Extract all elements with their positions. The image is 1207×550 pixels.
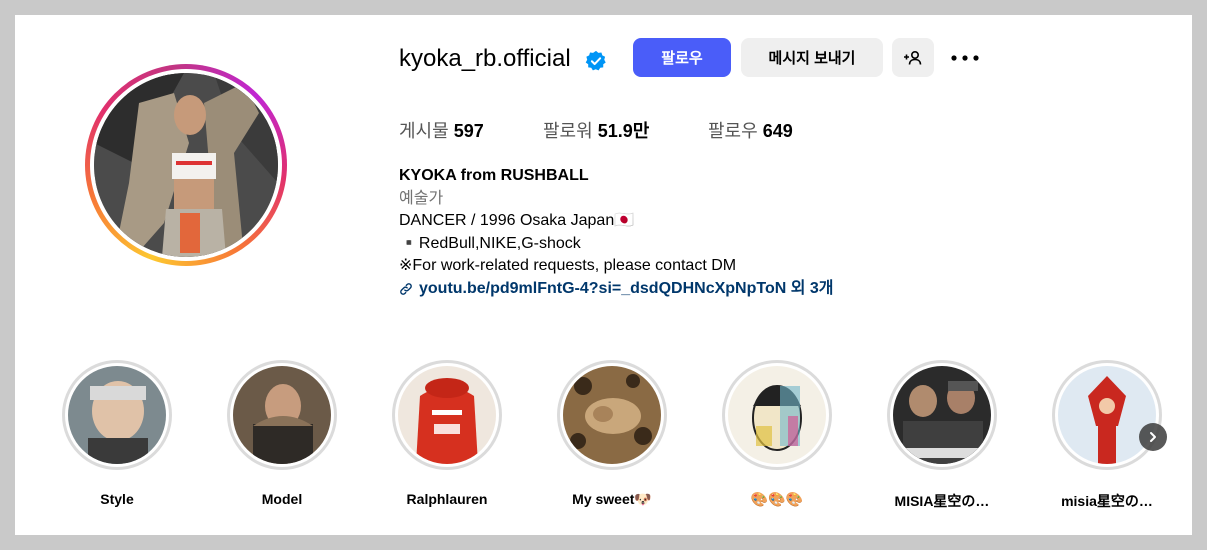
posts-count: 게시물 597 [399,117,484,143]
link-icon [400,282,412,295]
bio-link[interactable]: youtu.be/pd9mlFntG-4?si=_dsdQDHNcXpNpToN… [399,278,834,301]
bio-category: 예술가 [399,189,444,207]
followers-value: 51.9만 [597,121,650,141]
highlight-label: Model [261,491,303,507]
highlight-cover-image [728,366,826,464]
chevron-right-icon [1150,432,1156,442]
person-add-icon [904,50,922,65]
highlight-item[interactable]: My sweet🐶 [552,360,672,508]
highlight-label: 🎨🎨🎨 [750,491,804,507]
highlight-cover-image [1058,366,1156,464]
bio-line: ▪️RedBull,NIKE,G-shock [399,234,581,252]
suggested-users-button[interactable] [892,38,934,77]
profile-avatar[interactable] [85,64,287,266]
posts-value: 597 [453,121,484,141]
highlight-item[interactable]: 🎨🎨🎨 [717,360,837,508]
highlight-label: Ralphlauren [406,491,488,507]
following-count[interactable]: 팔로우 649 [708,117,793,143]
highlight-cover-image [398,366,496,464]
profile-username[interactable]: kyoka_rb.official [399,45,571,73]
highlight-label: misia星空の… [1061,493,1153,509]
following-label: 팔로우 [708,121,758,141]
following-value: 649 [762,121,793,141]
follow-button[interactable]: 팔로우 [633,38,731,77]
more-options-icon[interactable] [950,53,980,63]
highlight-cover-image [68,366,166,464]
followers-label: 팔로워 [543,121,593,141]
profile-page: kyoka_rb.official 팔로우 메시지 보내기 게시물 597 팔로… [15,15,1192,535]
highlight-cover-image [233,366,331,464]
bio-name: KYOKA from RUSHBALL [399,167,589,184]
avatar-image [94,73,278,257]
highlights-next-button[interactable] [1139,423,1167,451]
highlight-item[interactable]: MISIA星空の… [882,360,1002,511]
posts-label: 게시물 [399,121,449,141]
highlight-cover-image [893,366,991,464]
send-message-button[interactable]: 메시지 보내기 [741,38,883,77]
bio-line: DANCER / 1996 Osaka Japan🇯🇵 [399,212,635,229]
bio-line: ※For work-related requests, please conta… [399,257,737,274]
highlight-label: Style [100,491,134,507]
bio-link-text[interactable]: youtu.be/pd9mlFntG-4?si=_dsdQDHNcXpNpToN… [419,278,834,301]
highlight-label: My sweet🐶 [572,491,652,507]
highlight-label: MISIA星空の… [894,493,990,509]
highlight-cover-image [563,366,661,464]
highlight-item[interactable]: Model [222,360,342,507]
verified-badge-icon [585,50,606,71]
highlight-item[interactable]: Ralphlauren [387,360,507,507]
profile-bio: KYOKA from RUSHBALL 예술가 DANCER / 1996 Os… [399,165,834,300]
followers-count[interactable]: 팔로워 51.9만 [543,117,649,143]
highlight-item[interactable]: Style [57,360,177,507]
